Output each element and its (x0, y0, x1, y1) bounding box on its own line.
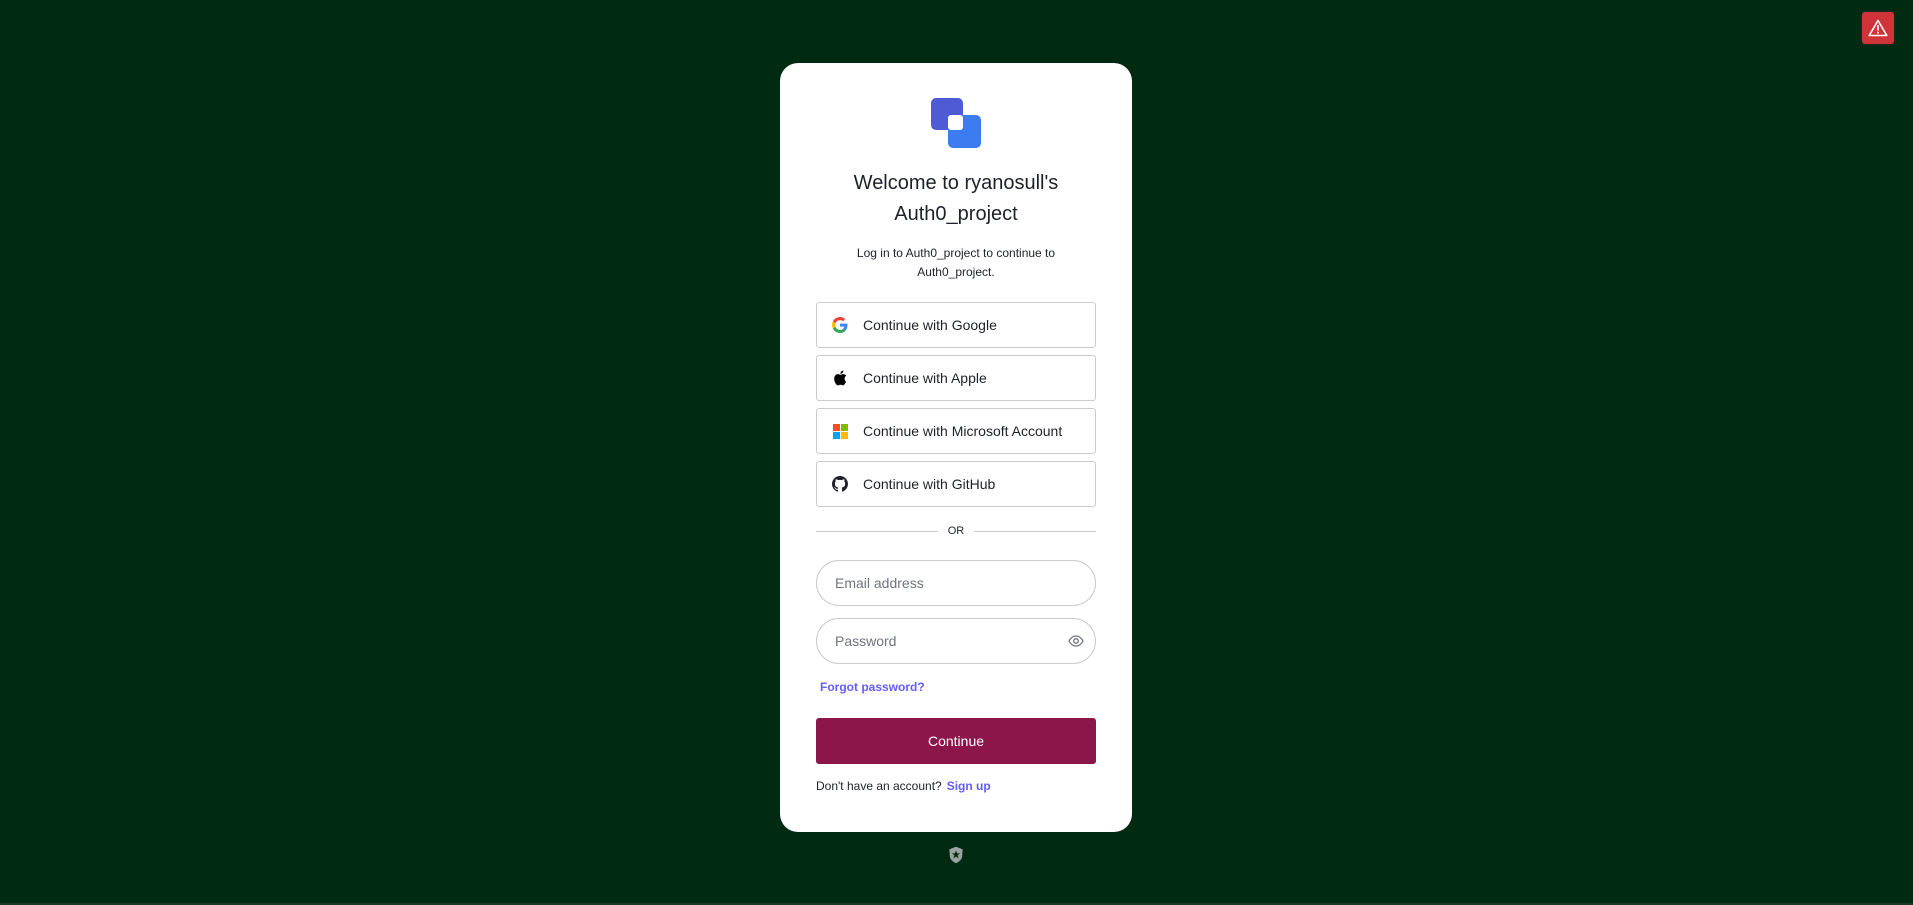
microsoft-icon (832, 423, 848, 439)
email-field[interactable] (835, 561, 1055, 605)
email-field-wrapper (816, 560, 1096, 606)
apple-button-label: Continue with Apple (863, 370, 987, 386)
password-field-wrapper (816, 618, 1096, 664)
password-field[interactable] (835, 619, 1055, 663)
divider-line-right (974, 530, 1096, 532)
microsoft-button-label: Continue with Microsoft Account (863, 423, 1063, 439)
title-line-2: Auth0_project (894, 203, 1018, 225)
google-button-label: Continue with Google (863, 317, 997, 333)
warning-triangle-icon (1868, 19, 1888, 37)
divider-line-left (816, 530, 938, 532)
page-subtitle: Log in to Auth0_project to continue to A… (840, 244, 1072, 282)
subtitle-line-2: Auth0_project. (917, 265, 995, 279)
continue-with-apple-button[interactable]: Continue with Apple (816, 355, 1096, 401)
eye-icon (1068, 635, 1084, 647)
apple-icon (832, 370, 848, 386)
or-divider: OR (816, 523, 1096, 539)
signup-row: Don't have an account? Sign up (816, 779, 991, 793)
login-card: Welcome to ryanosull's Auth0_project Log… (780, 63, 1132, 832)
warning-button[interactable] (1862, 12, 1894, 44)
page-title: Welcome to ryanosull's Auth0_project (780, 168, 1132, 230)
login-page: Welcome to ryanosull's Auth0_project Log… (0, 0, 1913, 905)
signup-link[interactable]: Sign up (947, 779, 991, 793)
show-password-button[interactable] (1067, 633, 1085, 649)
overlapping-squares-logo (931, 98, 981, 148)
subtitle-line-1: Log in to Auth0_project to continue to (856, 246, 1056, 260)
continue-with-github-button[interactable]: Continue with GitHub (816, 461, 1096, 507)
forgot-password-link[interactable]: Forgot password? (820, 680, 925, 694)
github-button-label: Continue with GitHub (863, 476, 996, 492)
title-line-1: Welcome to ryanosull's (853, 172, 1059, 194)
continue-with-microsoft-button[interactable]: Continue with Microsoft Account (816, 408, 1096, 454)
continue-button[interactable]: Continue (816, 718, 1096, 764)
continue-with-google-button[interactable]: Continue with Google (816, 302, 1096, 348)
google-icon (832, 317, 848, 333)
github-icon (832, 476, 848, 492)
or-label: OR (947, 525, 965, 537)
auth0-shield-icon (949, 846, 963, 864)
signup-prompt: Don't have an account? (816, 779, 942, 793)
